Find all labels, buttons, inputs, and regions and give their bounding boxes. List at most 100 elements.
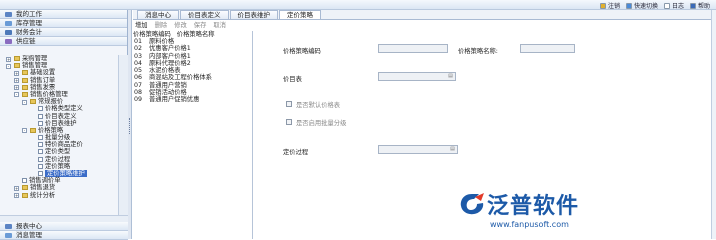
nav-group[interactable]: 消息管理: [0, 231, 128, 240]
expand-icon[interactable]: +: [14, 185, 19, 191]
list-header: 价格策略编码 价格策略名称: [133, 31, 252, 38]
toolbar-button[interactable]: 保存: [194, 20, 207, 29]
tree-node-label: 销售订单: [30, 76, 56, 84]
toolbar-button[interactable]: 修改: [174, 20, 187, 29]
dropdown-icon: ▤: [450, 146, 455, 152]
collapse-icon[interactable]: -: [6, 63, 11, 69]
code-input[interactable]: [378, 44, 448, 53]
tree-node-label: 价格策略: [38, 126, 64, 134]
tree-node[interactable]: - 价格策略: [0, 127, 118, 134]
page-icon: [38, 113, 43, 119]
folder-icon: [22, 84, 28, 90]
tree-node[interactable]: + 采购管理: [0, 55, 118, 62]
page-icon: [38, 149, 43, 155]
tree-node-label: 价目表维护: [45, 119, 77, 127]
toolbar-button[interactable]: 取消: [213, 20, 226, 29]
expand-icon[interactable]: +: [14, 70, 19, 76]
tab-2[interactable]: 价目表定义: [180, 10, 229, 19]
top-link[interactable]: 帮助: [689, 1, 710, 10]
top-link[interactable]: 日志: [663, 1, 684, 10]
nav-group[interactable]: 报表中心: [0, 222, 128, 231]
tree-node[interactable]: 价格类型定义: [0, 105, 118, 112]
tree-node-label: 定价类型: [45, 148, 71, 156]
row-code: 03: [134, 52, 143, 60]
module-tree: + 采购管理 - 销售管理 + 基础设置 + 销售订单 + 销售发票 - 销售价格管理 - 常规报价 价格类…: [0, 55, 118, 215]
panel-splitter[interactable]: [128, 10, 132, 239]
tree-node-label: 基础设置: [30, 69, 56, 77]
expand-icon[interactable]: +: [14, 78, 19, 84]
tree-horizontal-scrollbar[interactable]: [0, 215, 128, 222]
collapse-icon[interactable]: -: [14, 92, 19, 98]
nav-group-label: 报表中心: [16, 222, 42, 230]
nav-group[interactable]: 库存管理: [0, 19, 127, 28]
header-name: 价格策略名称: [176, 31, 215, 38]
tree-node[interactable]: 定价类型: [0, 148, 118, 155]
collapse-icon[interactable]: -: [22, 99, 27, 105]
report-icon: [5, 224, 12, 229]
name-input[interactable]: [520, 44, 575, 53]
top-link[interactable]: 快速切换: [625, 1, 658, 10]
tab-1[interactable]: 消息中心: [137, 10, 179, 19]
tab-bar: 消息中心 价目表定义 价目表维护 定价策略: [133, 10, 716, 20]
list-row[interactable]: 03 内部客户价格1: [133, 53, 252, 60]
list-row[interactable]: 09 普通用户促销优惠: [133, 96, 252, 103]
list-rows: 01 原料价格 02 优惠客户价格1 03 内部客户价格1 04 原料代理价格2 05 水泥价格表…: [133, 38, 252, 104]
shortcut-icon: [625, 3, 632, 9]
tree-node-label: 定价策略维护: [45, 170, 87, 177]
list-row[interactable]: 07 普通用户营销: [133, 82, 252, 89]
tree-node[interactable]: + 基础设置: [0, 69, 118, 76]
expand-icon[interactable]: +: [14, 193, 19, 199]
batch-grading-checkbox[interactable]: [286, 119, 292, 125]
top-link-label: 帮助: [697, 3, 710, 10]
row-name: 优惠客户价格1: [149, 45, 191, 53]
process-select[interactable]: ▤: [378, 145, 458, 154]
logout-icon: [599, 3, 606, 9]
nav-group-label: 消息管理: [16, 231, 42, 239]
nav-group-label: 财务会计: [16, 28, 42, 36]
nav-group[interactable]: 我的工作: [0, 10, 127, 19]
nav-groups-bottom: 报表中心 消息管理: [0, 222, 128, 240]
tree-node[interactable]: + 销售退货: [0, 184, 118, 191]
nav-group[interactable]: 供应链: [0, 37, 127, 46]
list-row[interactable]: 02 优惠客户价格1: [133, 45, 252, 52]
pricelist-select[interactable]: ▤: [378, 72, 456, 81]
supply-icon: [5, 39, 12, 44]
process-label: 定价过程: [283, 149, 309, 156]
tree-node-label: 定价策略: [45, 162, 71, 170]
splitter-grip-icon: [129, 118, 131, 134]
tree-node[interactable]: 销售调价单: [0, 177, 118, 184]
tree-node[interactable]: 定价策略: [0, 163, 118, 170]
name-label: 价格策略名称:: [458, 48, 498, 55]
page-icon: [38, 163, 43, 169]
tab-3[interactable]: 价目表维护: [229, 10, 278, 19]
top-link-label: 注销: [607, 3, 620, 10]
row-code: 01: [134, 38, 143, 45]
top-bar: 注销 快速切换 日志 帮助: [0, 0, 716, 10]
tree-node[interactable]: + 销售订单: [0, 77, 118, 84]
row-name: 普通用户促销优惠: [149, 96, 200, 104]
expand-icon[interactable]: +: [6, 56, 11, 62]
help-icon: [689, 3, 696, 9]
row-code: 07: [134, 81, 143, 89]
toolbar: 增加 删除 修改 保存 取消: [133, 20, 716, 29]
list-row[interactable]: 06 商混站及工程价格体系: [133, 74, 252, 81]
expand-icon[interactable]: +: [14, 85, 19, 91]
row-code: 05: [134, 67, 143, 75]
tree-node[interactable]: 定价过程: [0, 156, 118, 163]
tree-node[interactable]: + 销售发票: [0, 84, 118, 91]
main-vertical-scrollbar[interactable]: [711, 10, 716, 239]
toolbar-button[interactable]: 删除: [155, 20, 168, 29]
tab-4[interactable]: 定价策略: [279, 10, 321, 19]
collapse-icon[interactable]: -: [22, 128, 27, 134]
toolbar-button[interactable]: 增加: [135, 20, 148, 29]
tree-node[interactable]: + 统计分析: [0, 192, 118, 199]
nav-group[interactable]: 财务会计: [0, 28, 127, 37]
tree-vertical-scrollbar[interactable]: [118, 55, 128, 215]
tree-node[interactable]: - 销售管理: [0, 62, 118, 69]
message-icon: [5, 233, 12, 238]
tree-node[interactable]: 价目表维护: [0, 120, 118, 127]
tree-node-label: 销售发票: [30, 83, 56, 91]
tree-node[interactable]: 价目表定义: [0, 113, 118, 120]
default-pricelist-checkbox[interactable]: [286, 101, 292, 107]
top-link[interactable]: 注销: [599, 1, 620, 10]
